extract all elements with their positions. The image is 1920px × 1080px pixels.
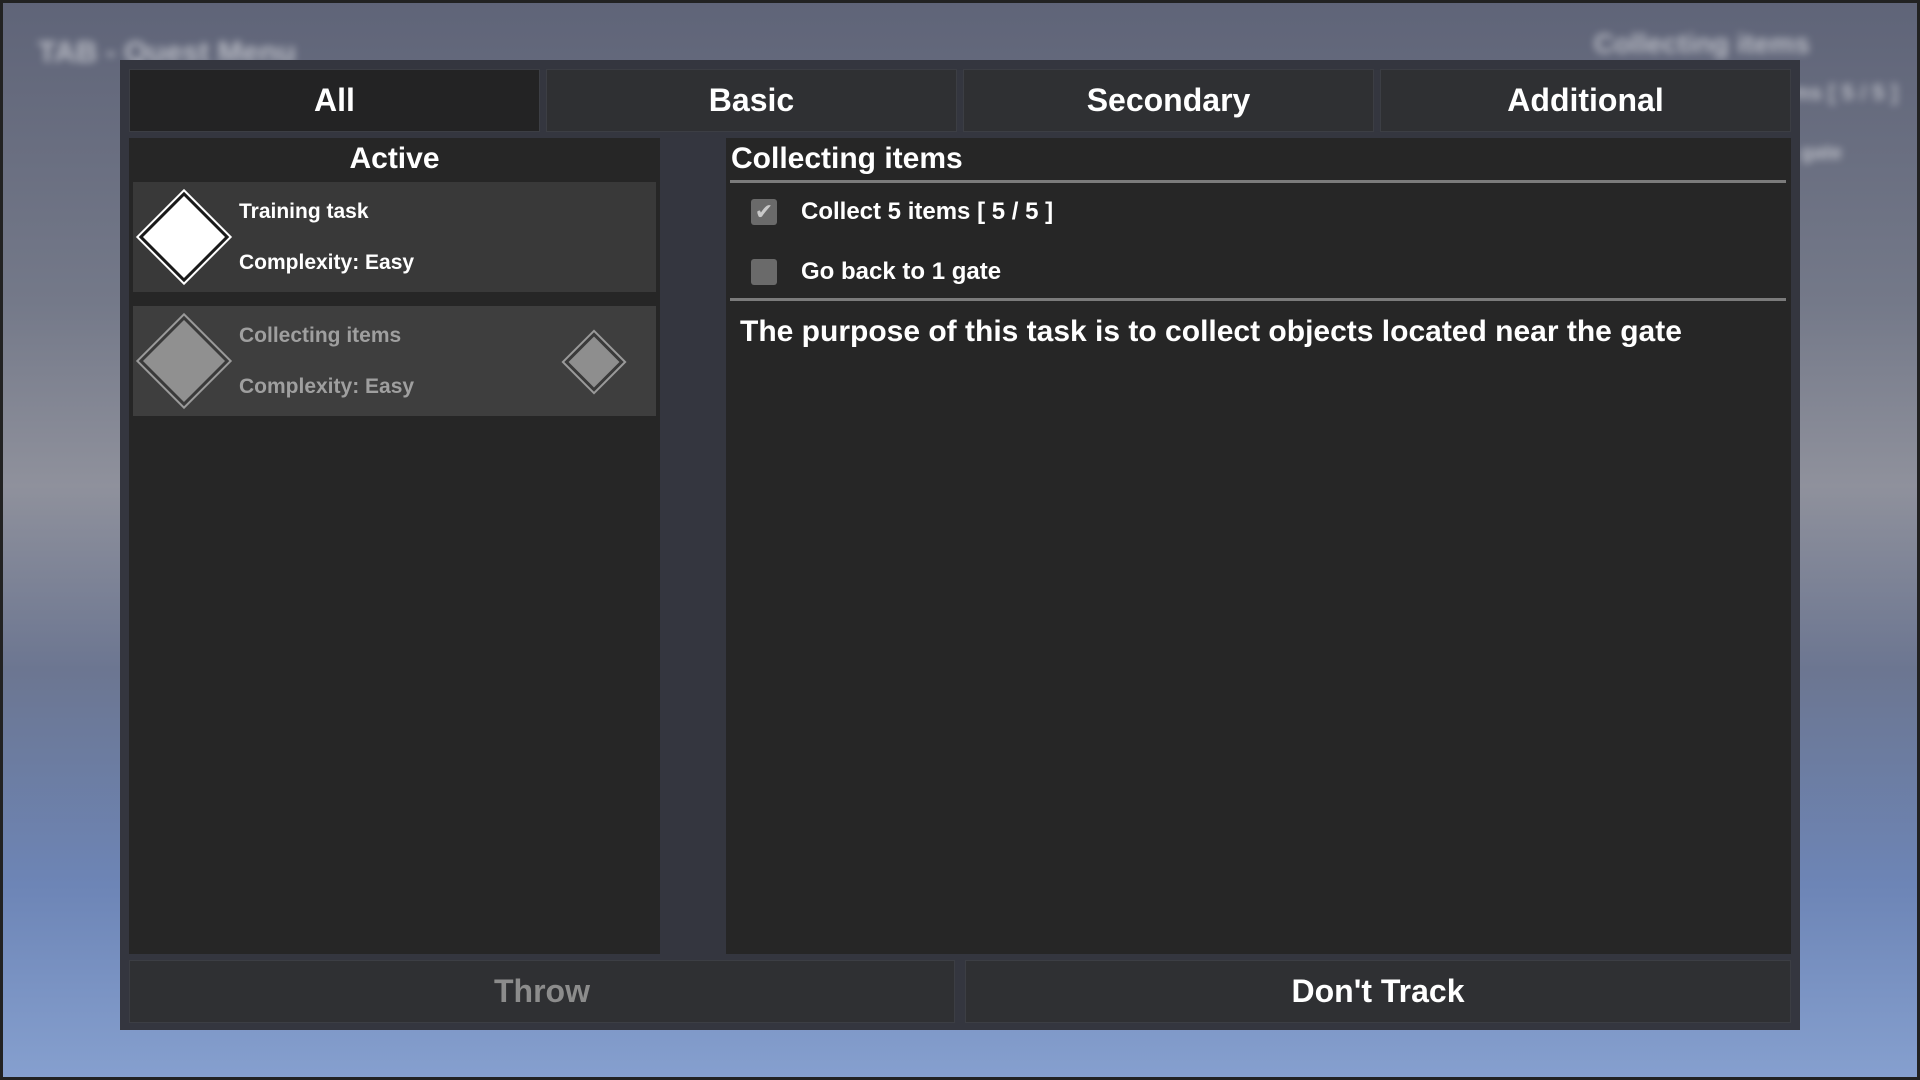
action-buttons: Throw Don't Track	[129, 960, 1791, 1023]
tab-secondary[interactable]: Secondary	[963, 69, 1374, 132]
objective-label: Go back to 1 gate	[801, 258, 1002, 285]
quest-description: The purpose of this task is to collect o…	[740, 315, 1682, 348]
dont-track-button[interactable]: Don't Track	[965, 960, 1791, 1023]
quest-marker-icon	[138, 315, 230, 407]
tracked-quest-icon	[564, 332, 624, 392]
divider	[730, 298, 1786, 301]
quest-item-collecting-items[interactable]: Collecting items Complexity: Easy	[133, 306, 656, 416]
checkmark-icon: ✔	[751, 199, 777, 225]
tab-all[interactable]: All	[129, 69, 540, 132]
quest-complexity: Complexity: Easy	[239, 251, 415, 274]
quest-complexity: Complexity: Easy	[239, 375, 415, 398]
tab-basic[interactable]: Basic	[546, 69, 957, 132]
quest-list-title: Active	[349, 142, 440, 175]
quest-name: Training task	[239, 200, 369, 223]
objective-item: Go back to 1 gate	[751, 257, 1001, 287]
quest-marker-icon	[138, 191, 230, 283]
quest-details-panel: Collecting items ✔ Collect 5 items [ 5 /…	[726, 138, 1791, 954]
checkbox-empty-icon	[751, 259, 777, 285]
tab-additional[interactable]: Additional	[1380, 69, 1791, 132]
quest-menu: All Basic Secondary Additional Active Tr…	[120, 60, 1800, 1030]
quest-list-panel: Active Training task Complexity: Easy Co…	[129, 138, 660, 954]
objective-item: ✔ Collect 5 items [ 5 / 5 ]	[751, 197, 1053, 227]
divider	[730, 180, 1786, 183]
objective-label: Collect 5 items [ 5 / 5 ]	[801, 198, 1054, 225]
quest-details-title: Collecting items	[731, 142, 963, 175]
throw-button[interactable]: Throw	[129, 960, 955, 1023]
quest-category-tabs: All Basic Secondary Additional	[129, 69, 1791, 132]
background-hud-tracked-title: Collecting items	[1593, 28, 1810, 59]
quest-item-training-task[interactable]: Training task Complexity: Easy	[133, 182, 656, 292]
quest-name: Collecting items	[239, 324, 402, 347]
